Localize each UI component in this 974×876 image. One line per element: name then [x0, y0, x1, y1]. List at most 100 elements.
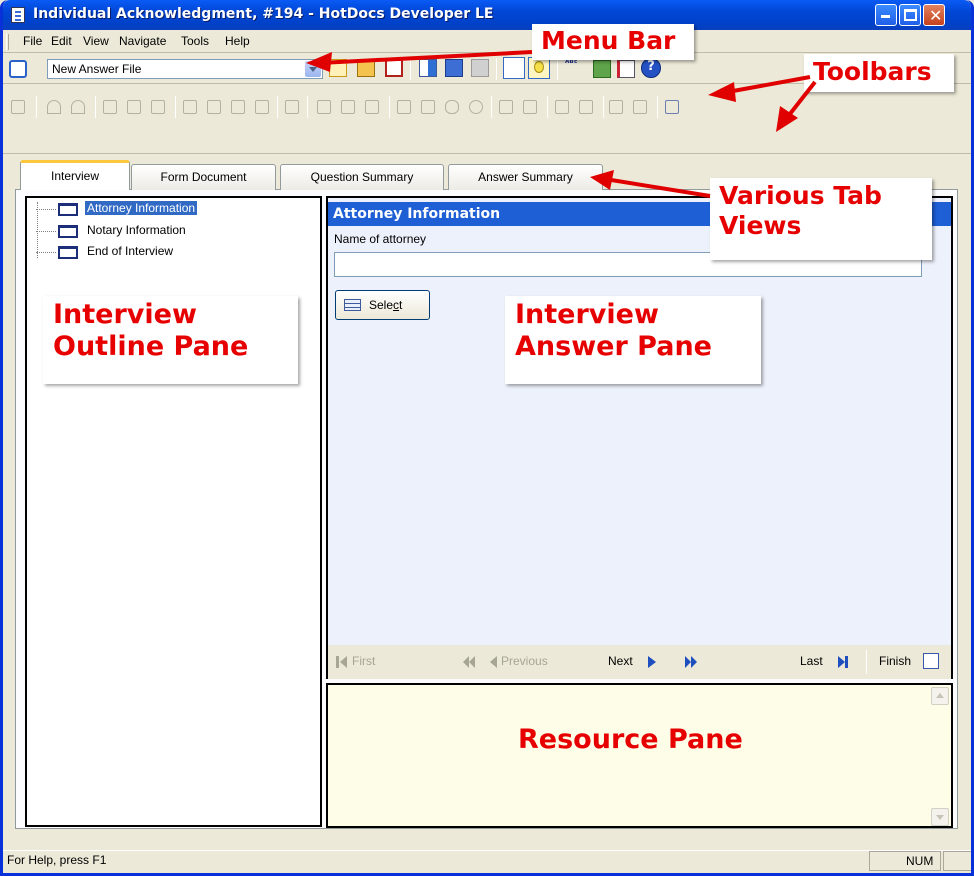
scroll-down-icon[interactable]	[931, 808, 949, 826]
highlight-icon[interactable]	[317, 100, 331, 114]
menu-navigate[interactable]: Navigate	[119, 34, 166, 48]
open-answer-file-icon[interactable]	[357, 59, 375, 77]
interview-outline-pane[interactable]	[25, 196, 322, 827]
print-icon[interactable]	[471, 59, 489, 77]
last-icon	[838, 656, 845, 668]
line-icon[interactable]	[397, 100, 411, 114]
menubar-grip[interactable]	[6, 34, 9, 50]
previous-field-icon[interactable]	[609, 100, 623, 114]
first-icon	[340, 656, 347, 668]
num-lock-indicator: NUM	[869, 851, 941, 871]
annotation-tab-views-line1: Various Tab	[719, 181, 882, 210]
annotation-answer-pane: Interview Answer Pane	[505, 296, 761, 384]
redo-icon[interactable]	[71, 100, 85, 114]
menu-help[interactable]: Help	[225, 34, 250, 48]
next-button[interactable]: Next	[608, 654, 633, 668]
tree-connector	[36, 231, 56, 232]
copy-icon[interactable]	[127, 100, 141, 114]
minimize-button[interactable]	[875, 4, 897, 26]
eraser-icon[interactable]	[11, 100, 25, 114]
annotation-outline-line2: Outline Pane	[53, 331, 249, 363]
move-down-icon[interactable]	[255, 100, 269, 114]
hand-icon[interactable]	[445, 100, 459, 114]
indent-icon[interactable]	[183, 100, 197, 114]
maximize-icon	[904, 9, 917, 21]
spellcheck-icon[interactable]: ᴬᴮᶜ	[565, 59, 583, 77]
outline-item-label: Notary Information	[87, 223, 186, 237]
finish-icon	[923, 653, 939, 669]
annotation-tab-views: Various Tab Views	[710, 178, 932, 260]
new-answer-file-icon[interactable]	[329, 59, 347, 77]
previous-button[interactable]: Previous	[501, 654, 548, 668]
tab-interview[interactable]: Interview	[20, 160, 130, 190]
menu-view[interactable]: View	[83, 34, 109, 48]
cut-icon[interactable]	[103, 100, 117, 114]
resource-scrollbar[interactable]	[930, 687, 950, 826]
status-bar	[3, 850, 971, 873]
answer-file-icon[interactable]	[385, 59, 403, 77]
paste-icon[interactable]	[151, 100, 165, 114]
pointer-icon[interactable]	[421, 100, 435, 114]
first-icon-bar	[336, 656, 339, 668]
font-icon[interactable]	[341, 100, 355, 114]
select-button-label: Select	[369, 298, 403, 312]
tab-answer-summary[interactable]: Answer Summary	[448, 164, 603, 190]
checklist-icon[interactable]	[617, 60, 635, 78]
resize-grip-icon[interactable]	[943, 851, 971, 871]
next-field-icon[interactable]	[633, 100, 647, 114]
finish-button[interactable]: Finish	[879, 654, 911, 668]
toolbar-separator	[389, 96, 390, 118]
annotation-resource-pane: Resource Pane	[507, 717, 765, 767]
first-button[interactable]: First	[352, 654, 375, 668]
toolbar-separator	[547, 96, 548, 118]
window-title: Individual Acknowledgment, #194 - HotDoc…	[33, 6, 494, 22]
toolbar-separator	[36, 96, 37, 118]
toolbar-separator	[491, 96, 492, 118]
document-app-icon[interactable]	[11, 7, 25, 23]
chevron-down-icon[interactable]	[305, 61, 321, 77]
lightbulb-icon[interactable]	[528, 57, 550, 79]
next-icon	[648, 656, 656, 668]
annotation-tab-views-line2: Views	[719, 211, 802, 240]
toolbar-separator	[95, 96, 96, 118]
menu-tools[interactable]: Tools	[181, 34, 209, 48]
toolbar-separator	[657, 96, 658, 118]
save-icon[interactable]	[445, 59, 463, 77]
rewind-icon-2	[469, 656, 475, 668]
hotdocs-icon[interactable]	[9, 60, 27, 78]
tab-form-document[interactable]: Form Document	[131, 164, 276, 190]
nav-separator	[866, 650, 867, 674]
fit-width-icon[interactable]	[499, 100, 513, 114]
menu-file[interactable]: File	[23, 34, 42, 48]
undo-icon[interactable]	[47, 100, 61, 114]
menu-edit[interactable]: Edit	[51, 34, 72, 48]
scroll-up-icon[interactable]	[931, 687, 949, 705]
insert-page-icon[interactable]	[665, 100, 679, 114]
insert-field-icon[interactable]	[593, 60, 611, 78]
toolbar-separator	[496, 58, 497, 80]
maximize-button[interactable]	[899, 4, 921, 26]
title-bar[interactable]: Individual Acknowledgment, #194 - HotDoc…	[3, 0, 971, 30]
sort-icon[interactable]	[285, 100, 299, 114]
edit-component-icon[interactable]	[503, 57, 525, 79]
tab-question-summary[interactable]: Question Summary	[280, 164, 444, 190]
close-button[interactable]: ✕	[923, 4, 945, 26]
pen-icon[interactable]	[365, 100, 379, 114]
last-button[interactable]: Last	[800, 654, 823, 668]
toolbar-separator	[603, 96, 604, 118]
minimize-icon	[881, 15, 890, 18]
answer-file-combo[interactable]: New Answer File	[47, 59, 323, 79]
draw-field-icon[interactable]	[555, 100, 569, 114]
toolbar-separator	[307, 96, 308, 118]
dialog-icon	[58, 225, 78, 238]
assemble-icon[interactable]	[419, 59, 437, 77]
dialog-icon	[58, 203, 78, 216]
fit-page-icon[interactable]	[523, 100, 537, 114]
zoom-icon[interactable]	[469, 100, 483, 114]
help-icon[interactable]: ?	[641, 58, 661, 78]
move-up-icon[interactable]	[231, 100, 245, 114]
select-button[interactable]: Select	[335, 290, 430, 320]
tree-connector	[36, 252, 56, 253]
outdent-icon[interactable]	[207, 100, 221, 114]
field-properties-icon[interactable]	[579, 100, 593, 114]
